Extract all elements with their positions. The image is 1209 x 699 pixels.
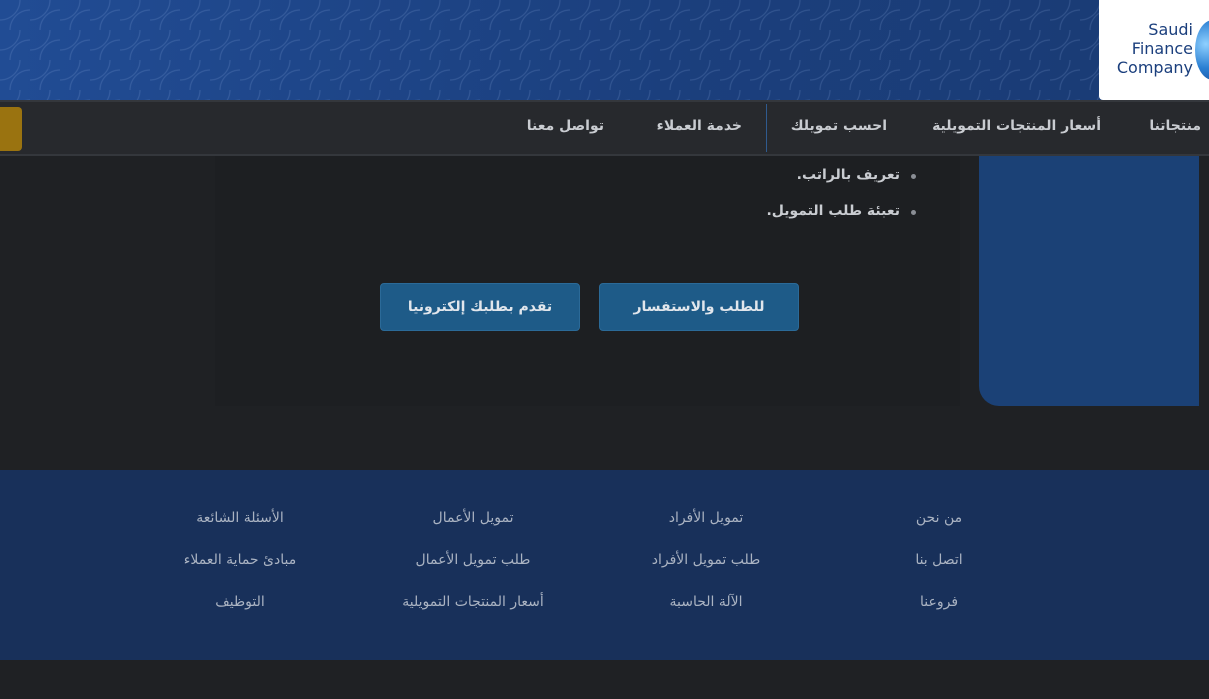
nav-item-calculate-finance[interactable]: احسب تمويلك xyxy=(791,118,887,134)
footer-link-careers[interactable]: التوظيف xyxy=(215,594,264,610)
nav-item-contact-us[interactable]: تواصل معنا xyxy=(527,118,604,134)
bullet-marker xyxy=(911,174,916,179)
logo-text: Saudi Finance Company xyxy=(1117,20,1193,77)
logo-line-2: Finance xyxy=(1131,39,1193,58)
header-banner: Saudi Finance Company xyxy=(0,0,1209,100)
main-navigation: منتجاتنا أسعار المنتجات التمويلية احسب ت… xyxy=(0,100,1209,156)
nav-divider xyxy=(766,104,767,152)
globe-icon xyxy=(1195,20,1209,80)
footer-link-branches[interactable]: فروعنا xyxy=(920,594,958,610)
footer-link-customer-protection[interactable]: مبادئ حماية العملاء xyxy=(184,552,296,568)
logo-line-3: Company xyxy=(1116,58,1193,77)
nav-item-customer-service[interactable]: خدمة العملاء xyxy=(657,118,742,134)
inquiry-button[interactable]: للطلب والاستفسار xyxy=(599,283,799,331)
footer-link-contact[interactable]: اتصل بنا xyxy=(915,552,962,568)
footer-link-about[interactable]: من نحن xyxy=(916,510,962,526)
company-logo[interactable]: Saudi Finance Company xyxy=(1099,0,1209,100)
logo-line-1: Saudi xyxy=(1148,20,1193,39)
requirement-item-application: تعبئة طلب التمويل. xyxy=(766,203,900,219)
bullet-marker xyxy=(911,210,916,215)
apply-online-button[interactable]: تقدم بطلبك إلكترونيا xyxy=(380,283,580,331)
requirement-item-salary: تعريف بالراتب. xyxy=(796,167,900,183)
content-panel xyxy=(215,156,960,406)
footer-link-personal-finance-request[interactable]: طلب تمويل الأفراد xyxy=(652,552,761,568)
footer-link-business-finance[interactable]: تمويل الأعمال xyxy=(433,510,514,526)
footer-link-product-prices[interactable]: أسعار المنتجات التمويلية xyxy=(402,594,543,610)
nav-cta-button[interactable] xyxy=(0,107,22,151)
footer-link-personal-finance[interactable]: تمويل الأفراد xyxy=(669,510,744,526)
nav-item-product-prices[interactable]: أسعار المنتجات التمويلية xyxy=(932,118,1101,134)
footer: من نحن اتصل بنا فروعنا تمويل الأفراد طلب… xyxy=(0,470,1209,660)
footer-link-business-finance-request[interactable]: طلب تمويل الأعمال xyxy=(416,552,531,568)
footer-link-calculator[interactable]: الآلة الحاسبة xyxy=(669,594,742,610)
footer-link-faq[interactable]: الأسئلة الشائعة xyxy=(196,510,284,526)
sidebar-panel xyxy=(979,156,1199,406)
nav-item-products[interactable]: منتجاتنا xyxy=(1149,118,1201,134)
